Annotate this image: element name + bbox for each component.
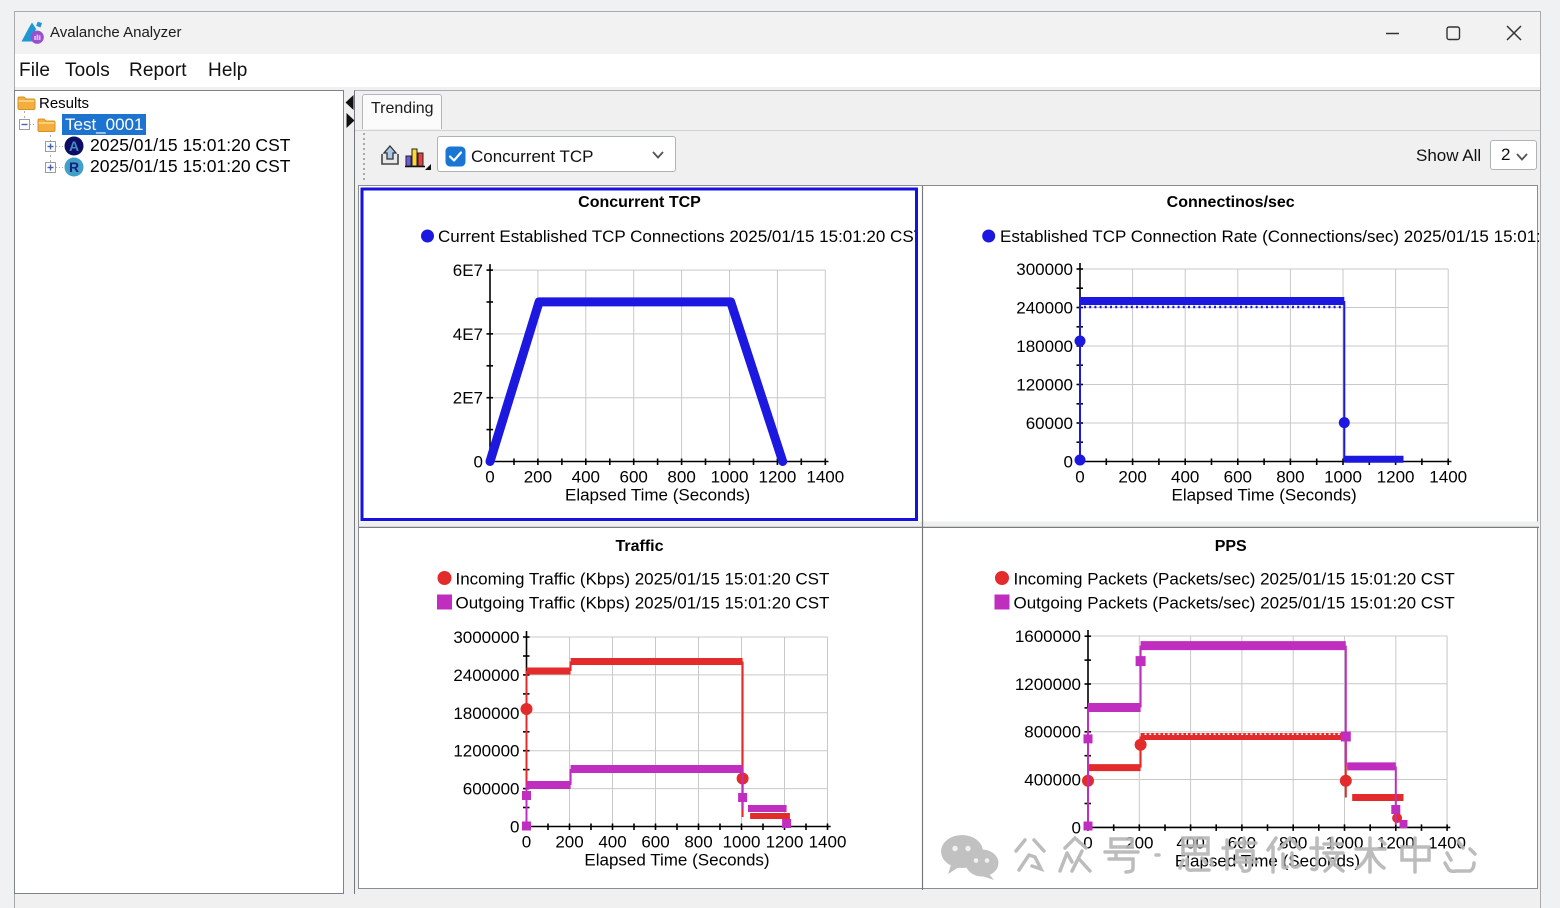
svg-text:Traffic: Traffic [615,538,663,555]
svg-text:A: A [69,138,79,154]
svg-text:400: 400 [1171,468,1199,487]
svg-text:800: 800 [667,468,695,487]
svg-text:60000: 60000 [1026,414,1073,433]
svg-text:1400: 1400 [809,833,847,852]
svg-text:1200000: 1200000 [453,742,519,761]
svg-text:1000: 1000 [723,833,761,852]
svg-text:2E7: 2E7 [453,389,483,408]
svg-text:Outgoing Packets (Packets/sec): Outgoing Packets (Packets/sec) 2025/01/1… [1014,594,1455,613]
svg-text:400000: 400000 [1024,771,1081,790]
svg-text:200: 200 [555,833,583,852]
svg-text:180000: 180000 [1016,337,1073,356]
svg-text:1000: 1000 [1324,468,1362,487]
svg-text:6E7: 6E7 [453,261,483,280]
svg-text:Incoming Traffic (Kbps) 2025/0: Incoming Traffic (Kbps) 2025/01/15 15:01… [456,570,830,589]
svg-text:1200: 1200 [766,833,804,852]
svg-text:R: R [69,159,79,175]
svg-text:600: 600 [620,468,648,487]
svg-text:0: 0 [1064,453,1073,472]
svg-text:1400: 1400 [806,468,844,487]
svg-text:Concurrent TCP: Concurrent TCP [578,194,701,211]
svg-text:1200000: 1200000 [1015,675,1081,694]
svg-text:1800000: 1800000 [453,704,519,723]
svg-text:PPS: PPS [1215,538,1247,555]
svg-text:1000: 1000 [711,468,749,487]
svg-text:1600000: 1600000 [1015,627,1081,646]
svg-text:Elapsed Time (Seconds): Elapsed Time (Seconds) [584,851,769,870]
svg-text:Elapsed Time (Seconds): Elapsed Time (Seconds) [1171,486,1356,505]
svg-text:600000: 600000 [463,780,520,799]
svg-text:0: 0 [1072,818,1081,837]
svg-text:1400: 1400 [1429,468,1467,487]
svg-text:0: 0 [485,468,494,487]
svg-text:240000: 240000 [1016,299,1073,318]
svg-text:0: 0 [1075,468,1084,487]
svg-text:Connectinos/sec: Connectinos/sec [1167,194,1295,211]
svg-text:0: 0 [474,453,483,472]
svg-text:2400000: 2400000 [453,666,519,685]
svg-text:0: 0 [522,833,531,852]
svg-text:Current Established TCP Connec: Current Established TCP Connections 2025… [438,227,924,246]
svg-text:400: 400 [572,468,600,487]
svg-text:200: 200 [1118,468,1146,487]
svg-text:Elapsed Time (Seconds): Elapsed Time (Seconds) [565,486,750,505]
svg-text:400: 400 [598,833,626,852]
svg-text:1200: 1200 [1377,468,1415,487]
svg-text:600: 600 [641,833,669,852]
svg-text:Outgoing Traffic (Kbps) 2025/0: Outgoing Traffic (Kbps) 2025/01/15 15:01… [456,594,830,613]
svg-text:800: 800 [684,833,712,852]
svg-text:Incoming Packets (Packets/sec): Incoming Packets (Packets/sec) 2025/01/1… [1014,570,1455,589]
svg-text:200: 200 [524,468,552,487]
svg-text:0: 0 [1083,833,1092,852]
svg-text:800: 800 [1276,468,1304,487]
svg-text:120000: 120000 [1016,376,1073,395]
svg-text:4E7: 4E7 [453,325,483,344]
svg-text:200: 200 [1125,833,1153,852]
svg-text:3000000: 3000000 [453,628,519,647]
svg-text:800000: 800000 [1024,723,1081,742]
svg-text:600: 600 [1224,468,1252,487]
svg-text:0: 0 [510,818,519,837]
svg-text:300000: 300000 [1016,260,1073,279]
svg-text:1200: 1200 [758,468,796,487]
svg-text:Established TCP Connection Rat: Established TCP Connection Rate (Connect… [1000,227,1539,246]
